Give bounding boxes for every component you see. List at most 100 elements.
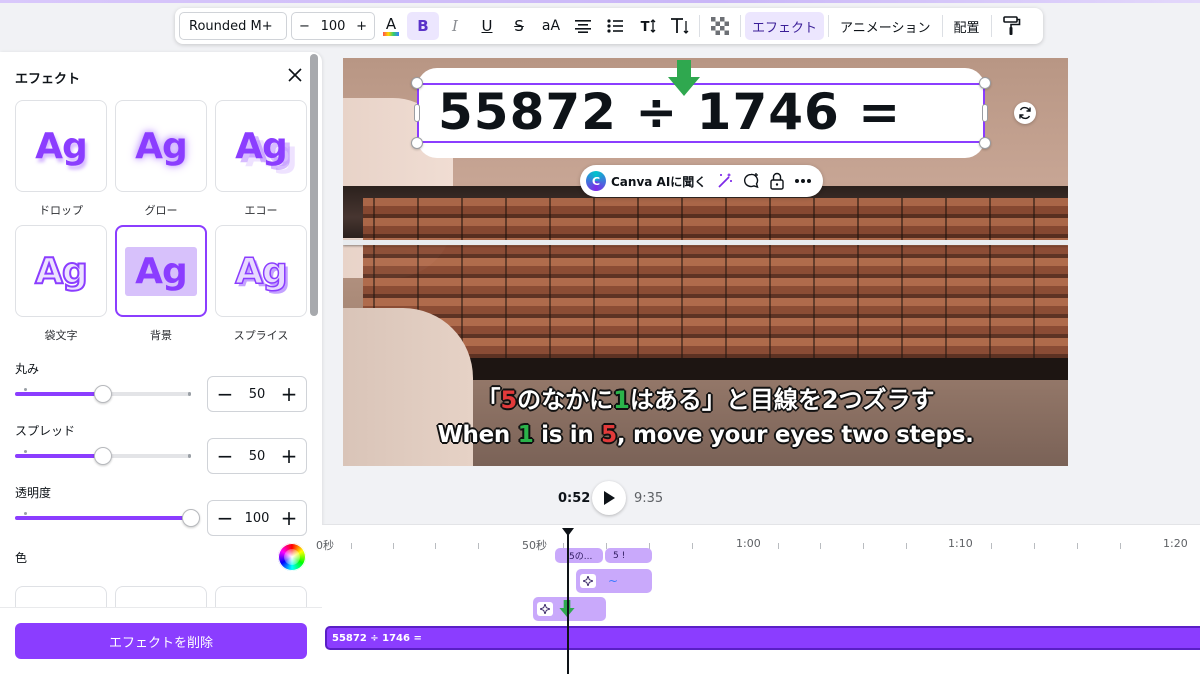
font-size-decrease-button[interactable]: − [299, 19, 310, 34]
subtitle-english[interactable]: When 1 is in 5, move your eyes two steps… [343, 422, 1068, 448]
effect-echo-tile[interactable]: Ag [215, 100, 307, 192]
resize-handle[interactable] [411, 137, 423, 149]
letter-case-icon[interactable]: aA [535, 12, 567, 40]
ruler-tick [820, 543, 821, 549]
increase-button[interactable]: + [280, 506, 298, 530]
vertical-text-icon[interactable] [663, 12, 695, 40]
playhead[interactable] [567, 534, 569, 674]
animation-button[interactable]: アニメーション [833, 12, 937, 40]
letter-spacing-icon[interactable]: T [631, 12, 663, 40]
effect-label: グロー [144, 204, 178, 217]
abacus-bar [343, 240, 1068, 245]
ruler-tick [351, 543, 352, 549]
effect-glow-tile[interactable]: Ag [115, 100, 207, 192]
lock-icon[interactable] [764, 168, 790, 194]
effect-hollow-tile[interactable]: Ag [15, 225, 107, 317]
toolbar-divider [699, 15, 700, 37]
roundness-stepper[interactable]: − 50 + [207, 376, 307, 412]
svg-text:T: T [641, 20, 650, 34]
bold-icon[interactable]: B [407, 12, 439, 40]
ruler-tick [692, 543, 693, 549]
rotate-icon[interactable] [1014, 102, 1036, 124]
paint-roller-icon[interactable] [996, 12, 1028, 40]
effect-sample: Ag [34, 250, 89, 293]
transparency-label: 透明度 [15, 486, 52, 500]
timeline[interactable]: 0秒 50秒 1:00 1:10 1:20 [316, 524, 1200, 674]
slider-thumb[interactable] [94, 385, 112, 403]
strikethrough-icon[interactable]: S [503, 12, 535, 40]
font-size-value[interactable]: 100 [321, 19, 346, 34]
ask-canva-ai-button[interactable]: Canva AIに聞く [611, 173, 706, 190]
slider-thumb[interactable] [94, 447, 112, 465]
align-icon[interactable] [567, 12, 599, 40]
subtitle-part: When [437, 422, 518, 448]
ruler-label: 1:20 [1163, 537, 1188, 550]
comment-add-icon[interactable] [738, 168, 764, 194]
underline-icon[interactable]: U [471, 12, 503, 40]
effect-splice-tile[interactable]: Ag [215, 225, 307, 317]
spread-stepper[interactable]: − 50 + [207, 438, 307, 474]
font-size-stepper[interactable]: − 100 + [291, 12, 375, 40]
increase-button[interactable]: + [280, 382, 298, 406]
timeline-clip[interactable]: 5の... [555, 548, 603, 563]
timeline-clip[interactable]: ~ [576, 569, 652, 593]
side-handle[interactable] [414, 104, 420, 122]
side-handle[interactable] [982, 104, 988, 122]
magic-wand-icon[interactable] [712, 168, 738, 194]
sparkle-icon [537, 602, 553, 616]
font-size-increase-button[interactable]: + [356, 19, 367, 34]
slider-zero-mark [24, 388, 27, 391]
position-button[interactable]: 配置 [947, 12, 987, 40]
arrow-down-icon[interactable] [668, 60, 700, 98]
ruler-label: 50秒 [522, 539, 547, 552]
font-family-select[interactable]: Rounded M+ [179, 12, 287, 40]
subtitle-part: is in [533, 422, 602, 448]
delete-effect-button[interactable]: エフェクトを削除 [15, 623, 307, 659]
slider-zero-mark [24, 512, 27, 515]
resize-handle[interactable] [411, 77, 423, 89]
spread-label: スプレッド [15, 424, 76, 438]
spread-value[interactable]: 50 [249, 449, 266, 464]
more-options-icon[interactable] [790, 168, 816, 194]
effect-sample: Ag [235, 125, 288, 167]
transparency-stepper[interactable]: − 100 + [207, 500, 307, 536]
effect-background-tile[interactable]: Ag [115, 225, 207, 317]
slider-thumb[interactable] [182, 509, 200, 527]
play-icon[interactable] [592, 481, 626, 515]
increase-button[interactable]: + [280, 444, 298, 468]
effects-button[interactable]: エフェクト [745, 12, 825, 40]
panel-scrollbar[interactable] [310, 54, 318, 316]
transparency-value[interactable]: 100 [245, 511, 270, 526]
subtitle-number: 5 [601, 422, 617, 448]
color-picker-icon[interactable] [278, 543, 306, 571]
decrease-button[interactable]: − [216, 444, 234, 468]
italic-icon[interactable]: I [439, 12, 471, 40]
timeline-clip[interactable]: 5 ! [605, 548, 652, 563]
roundness-slider[interactable] [15, 385, 191, 403]
subtitle-japanese[interactable]: 「5のなかに1はある」と目線を2つズラす [343, 380, 1068, 415]
abacus-beads [363, 198, 1068, 368]
spread-slider[interactable] [15, 447, 191, 465]
decrease-button[interactable]: − [216, 382, 234, 406]
resize-handle[interactable] [979, 77, 991, 89]
canva-ai-logo-icon: C [586, 171, 606, 191]
equation-clip[interactable]: 55872 ÷ 1746 = [325, 626, 1200, 650]
effect-drop-tile[interactable]: Ag [15, 100, 107, 192]
timeline-clip[interactable] [533, 597, 606, 621]
slider-end-mark [188, 392, 191, 396]
list-icon[interactable] [599, 12, 631, 40]
ruler-label: 1:10 [948, 537, 973, 550]
resize-handle[interactable] [979, 137, 991, 149]
context-menu: C Canva AIに聞く [580, 165, 823, 197]
text-color-icon[interactable]: A [375, 12, 407, 40]
effect-sample: Ag [35, 125, 88, 167]
sparkle-icon [580, 574, 596, 588]
toolbar-divider [941, 15, 943, 37]
subtitle-part: 「 [476, 386, 501, 414]
roundness-value[interactable]: 50 [249, 387, 266, 402]
decrease-button[interactable]: − [216, 506, 234, 530]
total-duration: 9:35 [634, 491, 664, 506]
close-icon[interactable] [286, 66, 304, 84]
transparency-icon[interactable] [704, 12, 736, 40]
transparency-slider[interactable] [15, 509, 200, 527]
